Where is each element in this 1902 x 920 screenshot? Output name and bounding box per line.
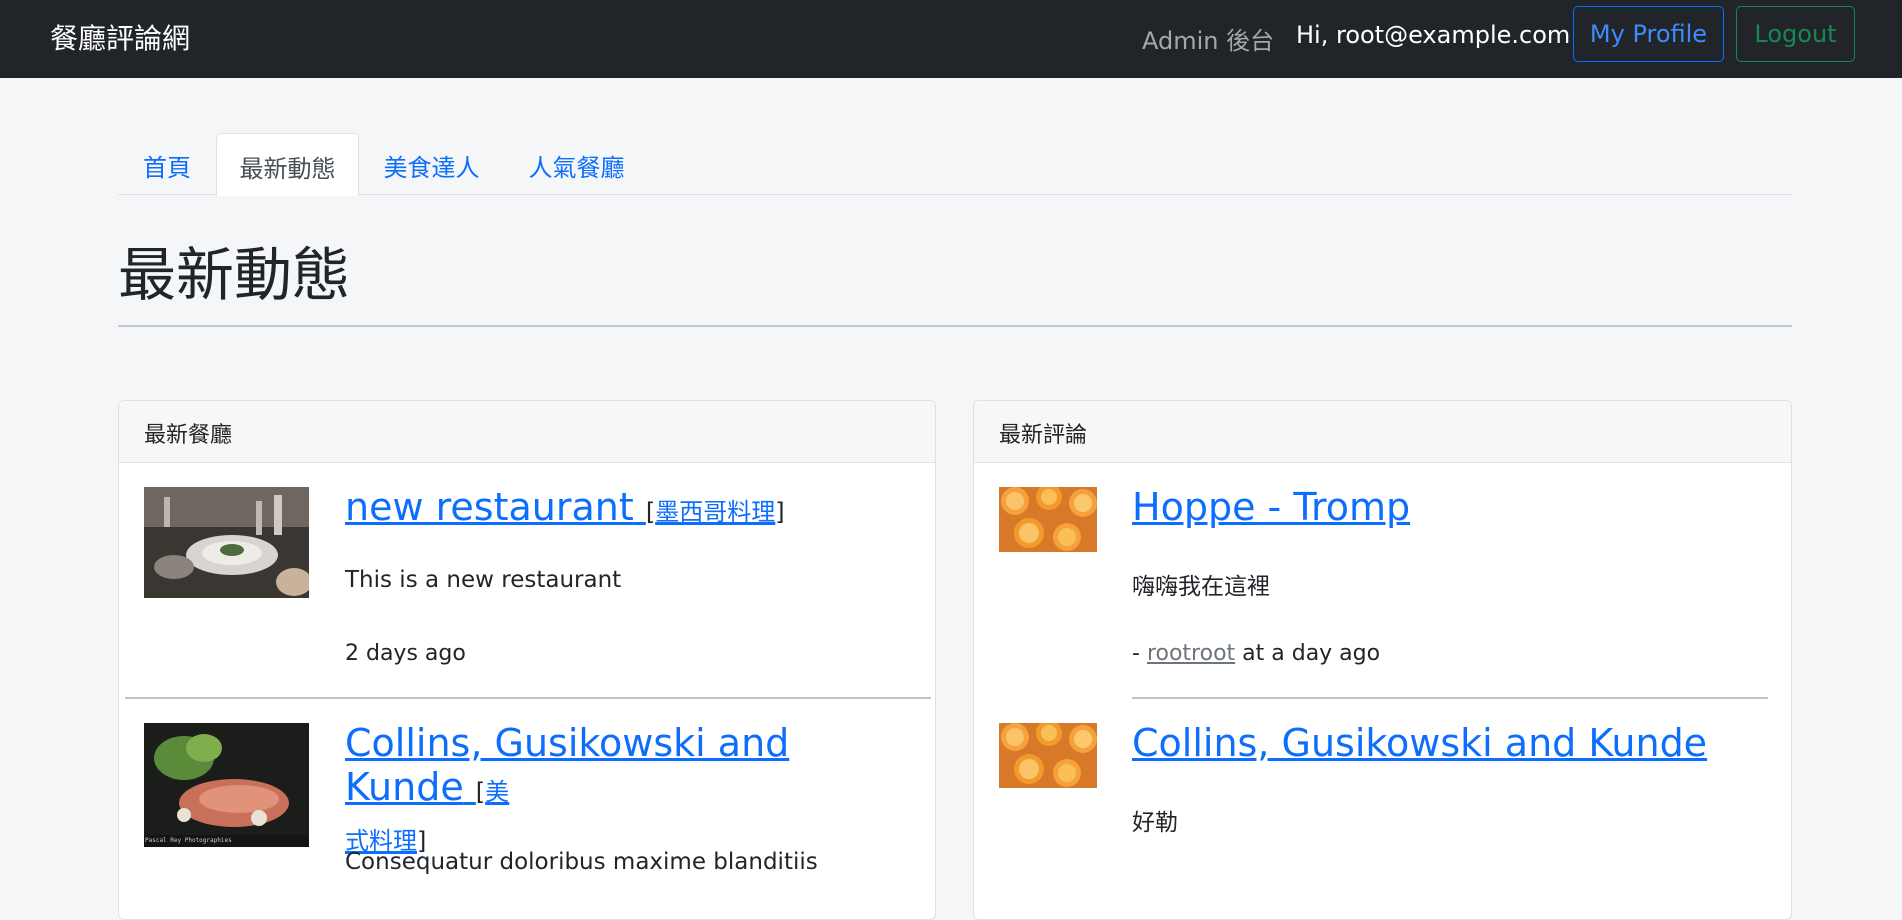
top-navbar: 餐廳評論網 Admin 後台 Hi, root@example.com My P… bbox=[0, 0, 1902, 78]
restaurant-name-link[interactable]: Collins, Gusikowski and Kunde bbox=[345, 721, 789, 809]
comment-prefix: - bbox=[1132, 641, 1147, 666]
category-bracket: [墨西哥料理] bbox=[645, 498, 785, 526]
tab-popular-restaurants[interactable]: 人氣餐廳 bbox=[504, 133, 649, 195]
restaurant-thumbnail[interactable] bbox=[144, 487, 309, 598]
restaurant-name-link[interactable]: new restaurant bbox=[345, 485, 634, 529]
restaurant-description: Consequatur doloribus maxime blanditiis bbox=[345, 849, 818, 875]
comment-text: 嗨嗨我在這裡 bbox=[1132, 574, 1270, 600]
brand-logo[interactable]: 餐廳評論網 bbox=[50, 17, 190, 57]
restaurant-description: This is a new restaurant bbox=[345, 567, 622, 593]
logout-button[interactable]: Logout bbox=[1736, 6, 1855, 62]
comment-thumbnail[interactable] bbox=[999, 487, 1097, 552]
restaurant-time: 2 days ago bbox=[345, 641, 466, 666]
comment-restaurant-link[interactable]: Collins, Gusikowski and Kunde bbox=[1132, 721, 1707, 765]
card-header: 最新餐廳 bbox=[119, 401, 935, 463]
tab-home[interactable]: 首頁 bbox=[118, 133, 216, 195]
card-header: 最新評論 bbox=[974, 401, 1791, 463]
image-caption: Pascal Rey Photographies bbox=[145, 837, 232, 844]
item-divider bbox=[1132, 697, 1768, 699]
comment-thumbnail[interactable] bbox=[999, 723, 1097, 788]
restaurant-thumbnail[interactable]: Pascal Rey Photographies bbox=[144, 723, 309, 847]
category-link[interactable]: 美 bbox=[485, 778, 509, 806]
comment-user-link[interactable]: rootroot bbox=[1147, 641, 1235, 666]
comment-text: 好勒 bbox=[1132, 810, 1178, 836]
title-divider bbox=[118, 325, 1792, 327]
comment-meta: - rootroot at a day ago bbox=[1132, 641, 1380, 666]
latest-comments-card: 最新評論 Hoppe - Tromp 嗨嗨我在這裡 - rootroot at … bbox=[973, 400, 1792, 920]
category-link[interactable]: 墨西哥料理 bbox=[655, 498, 775, 526]
my-profile-button[interactable]: My Profile bbox=[1573, 6, 1724, 62]
page-title: 最新動態 bbox=[118, 241, 351, 309]
tab-foodies[interactable]: 美食達人 bbox=[359, 133, 504, 195]
latest-restaurants-card: 最新餐廳 new restaurant [墨西哥料理] This is a ne… bbox=[118, 400, 936, 920]
nav-tabs: 首頁 最新動態 美食達人 人氣餐廳 bbox=[118, 133, 1792, 196]
user-greeting: Hi, root@example.com bbox=[1296, 21, 1571, 49]
item-divider bbox=[125, 697, 931, 699]
tab-latest-activity[interactable]: 最新動態 bbox=[216, 133, 359, 196]
admin-link[interactable]: Admin 後台 bbox=[1142, 21, 1274, 56]
comment-time: at a day ago bbox=[1235, 641, 1381, 666]
category-bracket: [美 bbox=[475, 778, 510, 806]
comment-restaurant-link[interactable]: Hoppe - Tromp bbox=[1132, 485, 1410, 529]
